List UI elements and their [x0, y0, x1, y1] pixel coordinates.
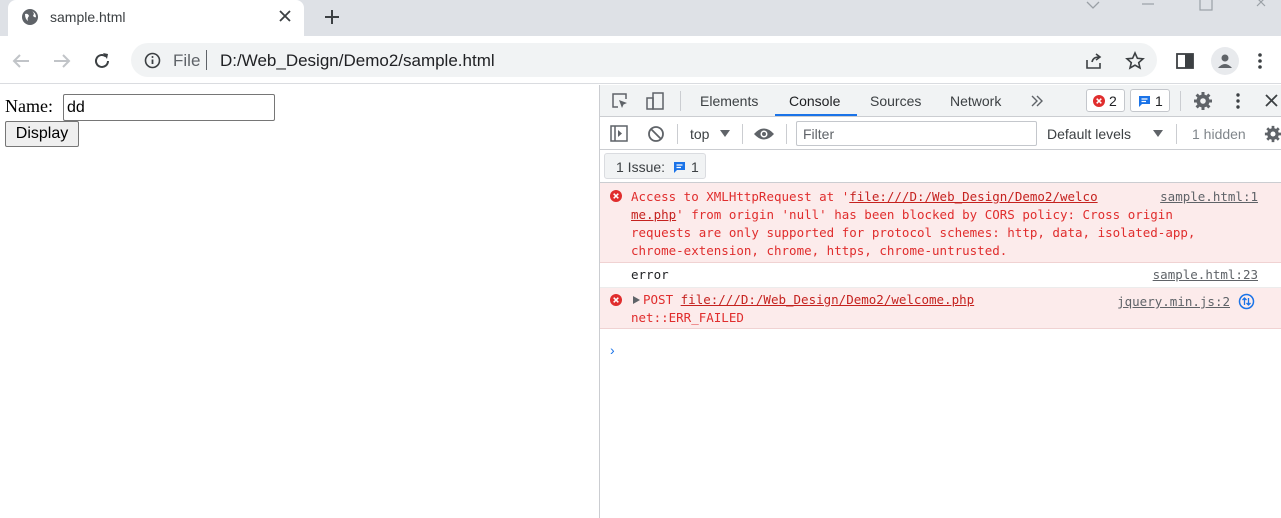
message-count-badge[interactable]: 1: [1130, 89, 1170, 112]
issues-button[interactable]: 1 Issue: 1: [604, 153, 706, 179]
address-bar[interactable]: File D:/Web_Design/Demo2/sample.html: [131, 43, 1157, 77]
error-text: Access to XMLHttpRequest at ': [631, 189, 850, 204]
tab-title: sample.html: [50, 9, 126, 25]
expand-triangle-icon[interactable]: [633, 296, 640, 304]
error-icon: [1093, 95, 1105, 107]
tab-strip: sample.html: [0, 0, 1281, 36]
minimize-icon[interactable]: [1140, 0, 1156, 14]
close-devtools-icon[interactable]: [1264, 93, 1279, 108]
new-tab-icon[interactable]: [322, 7, 342, 27]
source-link[interactable]: jquery.min.js:2: [1117, 293, 1230, 311]
devtools-menu-icon[interactable]: [1233, 92, 1243, 110]
error-text-line: Access to XMLHttpRequest at 'file:///D:/…: [631, 188, 1098, 206]
address-separator: [206, 50, 207, 70]
error-text-line: chrome-extension, chrome, https, chrome-…: [631, 243, 1008, 258]
chevron-down-icon[interactable]: [1085, 0, 1101, 14]
network-request-icon[interactable]: [1238, 293, 1255, 310]
scheme-label: File: [173, 51, 201, 70]
eye-icon[interactable]: [753, 127, 775, 141]
message-icon: [1139, 96, 1150, 107]
kebab-menu-icon[interactable]: [1254, 50, 1266, 72]
forward-icon[interactable]: [51, 50, 73, 72]
caret-down-icon[interactable]: [720, 130, 730, 138]
console-toolbar-divider: [742, 124, 743, 144]
globe-icon: [22, 9, 38, 25]
issues-label: 1 Issue:: [616, 159, 666, 175]
issues-count: 1: [691, 159, 699, 175]
clear-console-icon[interactable]: [647, 125, 665, 143]
tab-network[interactable]: Network: [950, 93, 1001, 109]
maximize-icon[interactable]: [1198, 0, 1214, 14]
settings-gear-icon[interactable]: [1193, 91, 1213, 111]
console-settings-gear-icon[interactable]: [1264, 125, 1281, 143]
display-button[interactable]: Display: [5, 121, 79, 147]
network-status: net::ERR_FAILED: [631, 310, 744, 325]
issues-bar: 1 Issue: 1: [600, 150, 1281, 183]
error-text-line: requests are only supported for protocol…: [631, 225, 1196, 240]
http-method: POST: [643, 292, 674, 307]
profile-icon: [1218, 54, 1232, 68]
source-link[interactable]: sample.html:1: [1160, 188, 1258, 206]
log-levels-dropdown[interactable]: Default levels: [1047, 126, 1131, 142]
console-toolbar-divider: [1176, 124, 1177, 144]
context-selector[interactable]: top: [690, 126, 709, 142]
error-count: 2: [1109, 93, 1117, 109]
url-text[interactable]: D:/Web_Design/Demo2/sample.html: [220, 51, 495, 71]
active-tab-indicator: [775, 114, 857, 116]
tab-elements[interactable]: Elements: [700, 93, 758, 109]
tab-console[interactable]: Console: [789, 93, 840, 109]
sidebar-toggle-icon[interactable]: [610, 125, 628, 142]
name-label: Name:: [5, 96, 53, 116]
browser-tab[interactable]: sample.html: [8, 0, 304, 36]
log-text: error: [631, 267, 669, 282]
console-toolbar-divider: [677, 124, 678, 144]
tab-sources[interactable]: Sources: [870, 93, 921, 109]
tabbar-divider: [680, 91, 681, 111]
side-panel-icon[interactable]: [1174, 50, 1196, 72]
error-count-badge[interactable]: 2: [1086, 89, 1125, 112]
caret-down-icon[interactable]: [1153, 130, 1163, 138]
browser-toolbar: File D:/Web_Design/Demo2/sample.html: [0, 36, 1281, 84]
error-icon: [610, 190, 622, 202]
page-content: Name: Display: [0, 85, 599, 518]
tabbar-divider: [1180, 91, 1181, 111]
console-error-message: Access to XMLHttpRequest at 'file:///D:/…: [600, 183, 1281, 263]
source-link[interactable]: sample.html:23: [1153, 266, 1258, 284]
device-toolbar-icon[interactable]: [645, 91, 665, 111]
message-count: 1: [1155, 93, 1163, 109]
console-toolbar: top Default levels 1 hidden: [600, 117, 1281, 150]
console-log-message: error sample.html:23: [600, 263, 1281, 288]
name-input[interactable]: [63, 94, 275, 121]
filter-input[interactable]: [796, 121, 1037, 146]
issue-message-icon: [674, 162, 685, 173]
request-url-link[interactable]: file:///D:/Web_Design/Demo2/welco: [849, 189, 1097, 204]
share-icon[interactable]: [1084, 51, 1104, 71]
error-icon: [610, 294, 622, 306]
close-tab-icon[interactable]: [278, 9, 292, 23]
info-icon[interactable]: [144, 52, 161, 69]
back-icon[interactable]: [10, 50, 32, 72]
star-icon[interactable]: [1125, 51, 1145, 71]
error-text: ' from origin 'null' has been blocked by…: [676, 207, 1173, 222]
request-url-link[interactable]: me.php: [631, 207, 676, 222]
console-prompt[interactable]: ›: [610, 342, 615, 358]
network-line: POST file:///D:/Web_Design/Demo2/welcome…: [643, 291, 974, 309]
console-toolbar-divider: [786, 124, 787, 144]
close-window-icon[interactable]: [1254, 0, 1270, 14]
devtools-panel: Elements Console Sources Network 2 1 top…: [599, 85, 1281, 518]
more-tabs-icon[interactable]: [1030, 94, 1044, 108]
request-url-link[interactable]: file:///D:/Web_Design/Demo2/welcome.php: [681, 292, 975, 307]
error-text-line: me.php' from origin 'null' has been bloc…: [631, 206, 1173, 224]
devtools-tabbar: Elements Console Sources Network 2 1: [600, 85, 1281, 117]
console-network-error: POST file:///D:/Web_Design/Demo2/welcome…: [600, 288, 1281, 329]
console-messages: Access to XMLHttpRequest at 'file:///D:/…: [600, 183, 1281, 329]
hidden-count: 1 hidden: [1192, 126, 1246, 142]
reload-icon[interactable]: [91, 50, 113, 72]
inspect-element-icon[interactable]: [611, 92, 629, 110]
avatar[interactable]: [1211, 47, 1239, 75]
